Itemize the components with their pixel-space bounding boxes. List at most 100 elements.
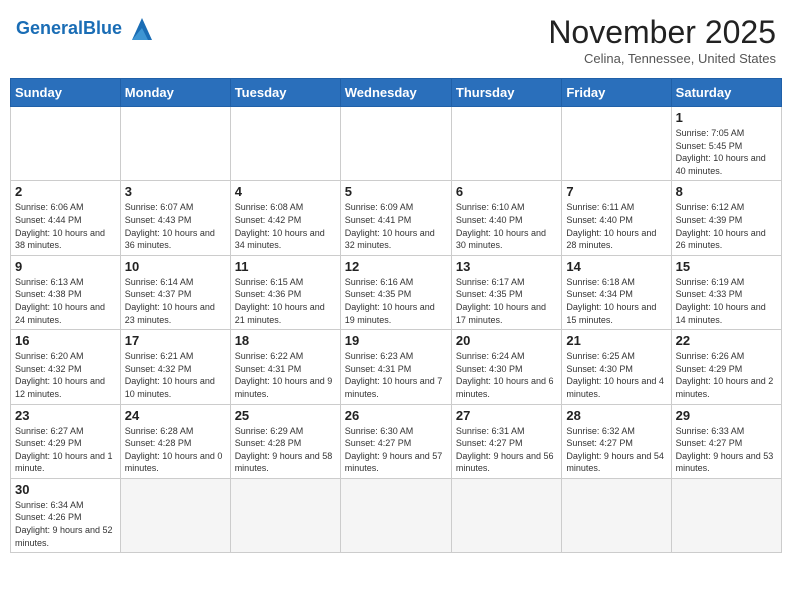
day-info: Sunrise: 6:19 AM Sunset: 4:33 PM Dayligh… (676, 276, 777, 326)
calendar-cell: 6 Sunrise: 6:10 AM Sunset: 4:40 PM Daylig… (451, 181, 561, 255)
day-info: Sunrise: 6:12 AM Sunset: 4:39 PM Dayligh… (676, 201, 777, 251)
calendar-cell: 12Sunrise: 6:16 AM Sunset: 4:35 PM Dayli… (340, 255, 451, 329)
day-number: 20 (456, 333, 557, 348)
day-number: 10 (125, 259, 226, 274)
day-number: 25 (235, 408, 336, 423)
day-number: 21 (566, 333, 666, 348)
weekday-header-monday: Monday (120, 79, 230, 107)
day-info: Sunrise: 6:09 AM Sunset: 4:41 PM Dayligh… (345, 201, 447, 251)
calendar-cell (451, 107, 561, 181)
day-info: Sunrise: 6:06 AM Sunset: 4:44 PM Dayligh… (15, 201, 116, 251)
day-info: Sunrise: 6:26 AM Sunset: 4:29 PM Dayligh… (676, 350, 777, 400)
week-row-5: 23 Sunrise: 6:27 AM Sunset: 4:29 PM Dayli… (11, 404, 782, 478)
logo: GeneralBlue (16, 14, 156, 42)
calendar-title: November 2025 (548, 14, 776, 51)
calendar-cell: 8 Sunrise: 6:12 AM Sunset: 4:39 PM Daylig… (671, 181, 781, 255)
calendar-cell: 19 Sunrise: 6:23 AM Sunset: 4:31 PM Dayli… (340, 330, 451, 404)
day-number: 14 (566, 259, 666, 274)
day-number: 19 (345, 333, 447, 348)
calendar-cell: 7 Sunrise: 6:11 AM Sunset: 4:40 PM Daylig… (562, 181, 671, 255)
calendar-cell: 11 Sunrise: 6:15 AM Sunset: 4:36 PM Dayli… (230, 255, 340, 329)
calendar-cell: 30 Sunrise: 6:34 AM Sunset: 4:26 PM Dayli… (11, 478, 121, 552)
weekday-header-wednesday: Wednesday (340, 79, 451, 107)
weekday-header-friday: Friday (562, 79, 671, 107)
weekday-header-thursday: Thursday (451, 79, 561, 107)
calendar-subtitle: Celina, Tennessee, United States (548, 51, 776, 66)
day-number: 26 (345, 408, 447, 423)
day-info: Sunrise: 6:18 AM Sunset: 4:34 PM Dayligh… (566, 276, 666, 326)
week-row-1: 1 Sunrise: 7:05 AM Sunset: 5:45 PM Daylig… (11, 107, 782, 181)
calendar-cell: 5 Sunrise: 6:09 AM Sunset: 4:41 PM Daylig… (340, 181, 451, 255)
calendar-cell (671, 478, 781, 552)
day-number: 15 (676, 259, 777, 274)
day-info: Sunrise: 7:05 AM Sunset: 5:45 PM Dayligh… (676, 127, 777, 177)
day-number: 3 (125, 184, 226, 199)
calendar-cell: 16 Sunrise: 6:20 AM Sunset: 4:32 PM Dayli… (11, 330, 121, 404)
day-number: 5 (345, 184, 447, 199)
day-info: Sunrise: 6:23 AM Sunset: 4:31 PM Dayligh… (345, 350, 447, 400)
day-info: Sunrise: 6:20 AM Sunset: 4:32 PM Dayligh… (15, 350, 116, 400)
day-number: 18 (235, 333, 336, 348)
day-info: Sunrise: 6:08 AM Sunset: 4:42 PM Dayligh… (235, 201, 336, 251)
day-info: Sunrise: 6:15 AM Sunset: 4:36 PM Dayligh… (235, 276, 336, 326)
day-info: Sunrise: 6:16 AM Sunset: 4:35 PM Dayligh… (345, 276, 447, 326)
logo-icon (124, 14, 156, 42)
day-number: 27 (456, 408, 557, 423)
day-info: Sunrise: 6:25 AM Sunset: 4:30 PM Dayligh… (566, 350, 666, 400)
week-row-2: 2 Sunrise: 6:06 AM Sunset: 4:44 PM Daylig… (11, 181, 782, 255)
day-number: 1 (676, 110, 777, 125)
day-info: Sunrise: 6:14 AM Sunset: 4:37 PM Dayligh… (125, 276, 226, 326)
day-number: 9 (15, 259, 116, 274)
day-info: Sunrise: 6:13 AM Sunset: 4:38 PM Dayligh… (15, 276, 116, 326)
day-number: 24 (125, 408, 226, 423)
calendar-cell: 1 Sunrise: 7:05 AM Sunset: 5:45 PM Daylig… (671, 107, 781, 181)
weekday-header-sunday: Sunday (11, 79, 121, 107)
weekday-header-tuesday: Tuesday (230, 79, 340, 107)
day-info: Sunrise: 6:22 AM Sunset: 4:31 PM Dayligh… (235, 350, 336, 400)
weekday-header-saturday: Saturday (671, 79, 781, 107)
day-number: 29 (676, 408, 777, 423)
calendar-cell: 14 Sunrise: 6:18 AM Sunset: 4:34 PM Dayli… (562, 255, 671, 329)
day-info: Sunrise: 6:24 AM Sunset: 4:30 PM Dayligh… (456, 350, 557, 400)
day-info: Sunrise: 6:31 AM Sunset: 4:27 PM Dayligh… (456, 425, 557, 475)
day-info: Sunrise: 6:07 AM Sunset: 4:43 PM Dayligh… (125, 201, 226, 251)
week-row-3: 9 Sunrise: 6:13 AM Sunset: 4:38 PM Daylig… (11, 255, 782, 329)
day-info: Sunrise: 6:32 AM Sunset: 4:27 PM Dayligh… (566, 425, 666, 475)
calendar-cell: 21 Sunrise: 6:25 AM Sunset: 4:30 PM Dayli… (562, 330, 671, 404)
day-number: 4 (235, 184, 336, 199)
week-row-4: 16 Sunrise: 6:20 AM Sunset: 4:32 PM Dayli… (11, 330, 782, 404)
calendar-cell: 22 Sunrise: 6:26 AM Sunset: 4:29 PM Dayli… (671, 330, 781, 404)
calendar-cell: 20 Sunrise: 6:24 AM Sunset: 4:30 PM Dayli… (451, 330, 561, 404)
day-number: 28 (566, 408, 666, 423)
day-info: Sunrise: 6:21 AM Sunset: 4:32 PM Dayligh… (125, 350, 226, 400)
calendar-cell: 29 Sunrise: 6:33 AM Sunset: 4:27 PM Dayli… (671, 404, 781, 478)
calendar-table: SundayMondayTuesdayWednesdayThursdayFrid… (10, 78, 782, 553)
day-number: 11 (235, 259, 336, 274)
day-number: 22 (676, 333, 777, 348)
calendar-cell: 27 Sunrise: 6:31 AM Sunset: 4:27 PM Dayli… (451, 404, 561, 478)
week-row-6: 30 Sunrise: 6:34 AM Sunset: 4:26 PM Dayli… (11, 478, 782, 552)
calendar-cell (230, 478, 340, 552)
calendar-cell: 10 Sunrise: 6:14 AM Sunset: 4:37 PM Dayli… (120, 255, 230, 329)
day-number: 16 (15, 333, 116, 348)
calendar-cell: 17Sunrise: 6:21 AM Sunset: 4:32 PM Dayli… (120, 330, 230, 404)
calendar-cell (562, 478, 671, 552)
calendar-cell: 9 Sunrise: 6:13 AM Sunset: 4:38 PM Daylig… (11, 255, 121, 329)
day-number: 23 (15, 408, 116, 423)
day-number: 13 (456, 259, 557, 274)
day-info: Sunrise: 6:10 AM Sunset: 4:40 PM Dayligh… (456, 201, 557, 251)
calendar-cell (562, 107, 671, 181)
day-info: Sunrise: 6:29 AM Sunset: 4:28 PM Dayligh… (235, 425, 336, 475)
day-number: 30 (15, 482, 116, 497)
day-number: 8 (676, 184, 777, 199)
day-info: Sunrise: 6:34 AM Sunset: 4:26 PM Dayligh… (15, 499, 116, 549)
day-info: Sunrise: 6:27 AM Sunset: 4:29 PM Dayligh… (15, 425, 116, 475)
day-info: Sunrise: 6:11 AM Sunset: 4:40 PM Dayligh… (566, 201, 666, 251)
calendar-cell (11, 107, 121, 181)
day-number: 6 (456, 184, 557, 199)
day-number: 2 (15, 184, 116, 199)
logo-text: GeneralBlue (16, 18, 122, 39)
day-info: Sunrise: 6:33 AM Sunset: 4:27 PM Dayligh… (676, 425, 777, 475)
calendar-cell (120, 478, 230, 552)
day-number: 7 (566, 184, 666, 199)
